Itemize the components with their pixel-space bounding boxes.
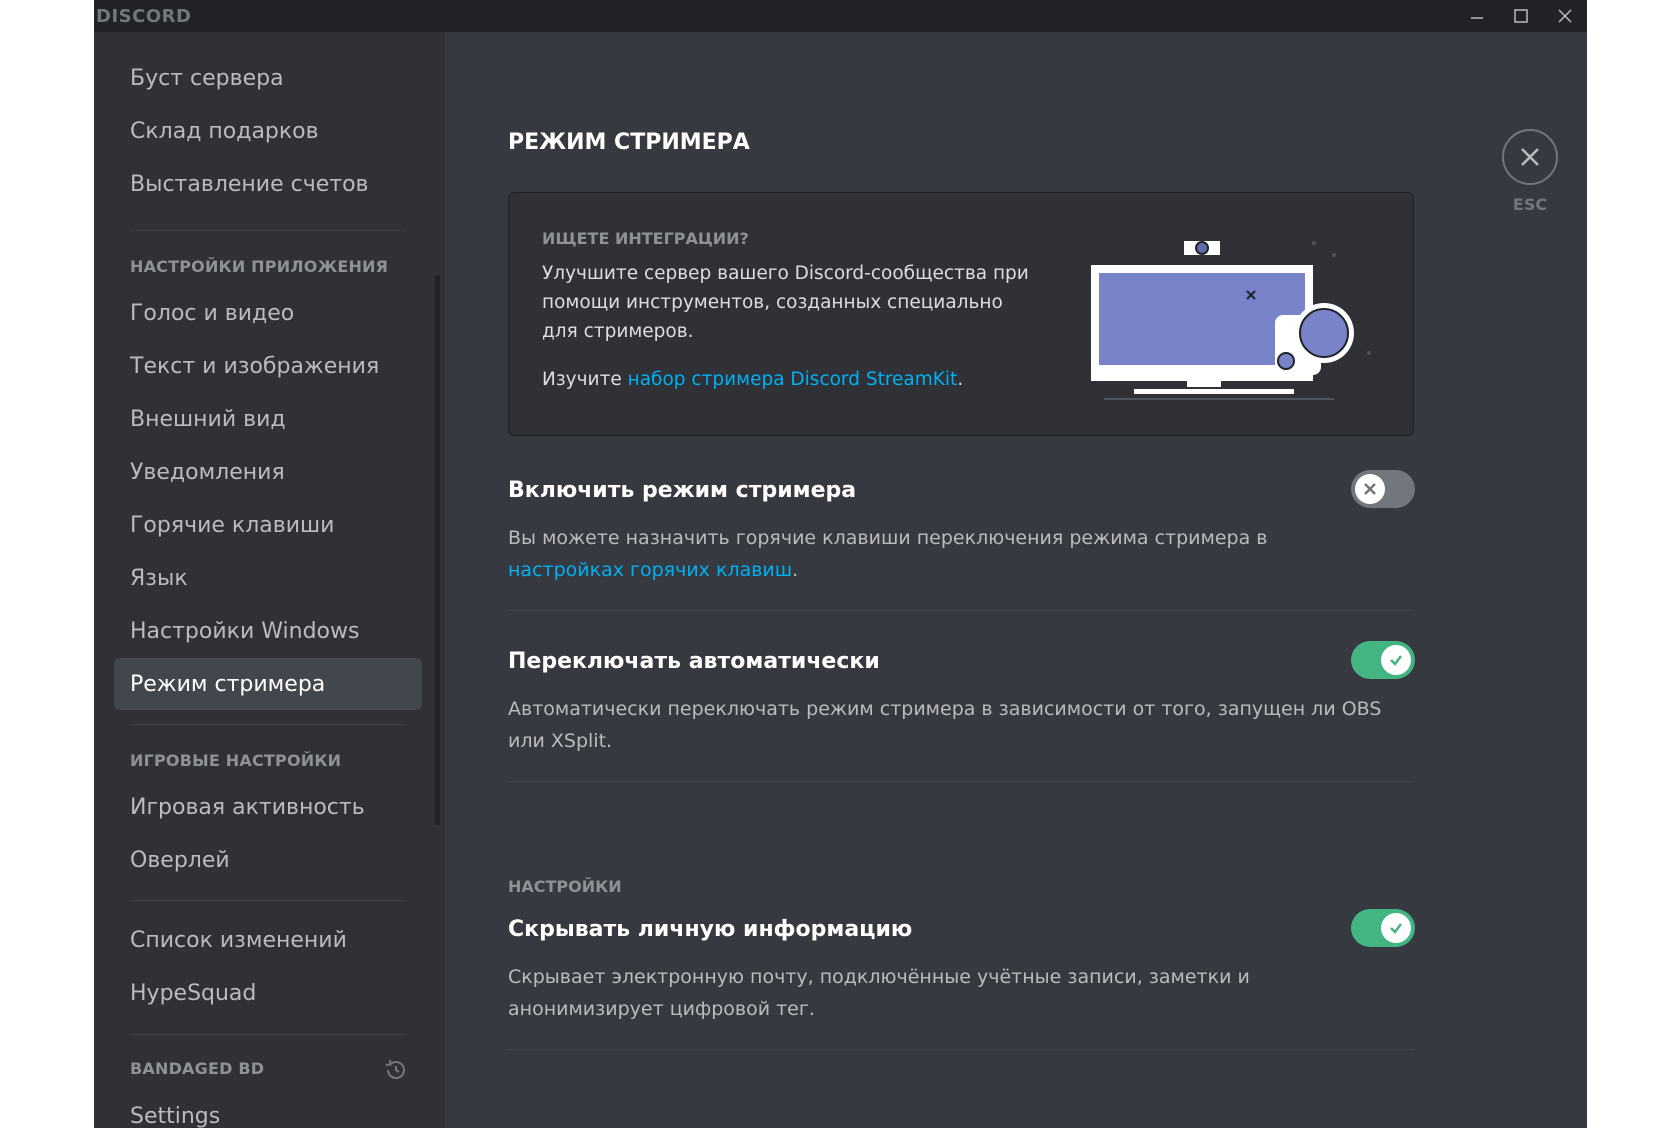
toggle-enable-streamer-mode[interactable] xyxy=(1351,470,1415,508)
sidebar-header-plugin: BANDAGED BD xyxy=(130,1059,265,1078)
streamer-monitor-illustration xyxy=(1091,241,1371,400)
checkmark-icon xyxy=(1390,923,1402,934)
desc-suffix: . xyxy=(792,559,799,581)
discord-window: DISCORD Буст сервера Склад подарков Выст… xyxy=(94,0,1587,1128)
sidebar-item-text-images[interactable]: Текст и изображения xyxy=(114,340,422,392)
close-settings: ESC xyxy=(1485,129,1575,214)
sidebar-divider xyxy=(130,724,406,725)
setting-desc-hide-personal-info: Скрывает электронную почту, подключённые… xyxy=(508,966,1250,1020)
maximize-icon xyxy=(1514,9,1528,23)
sidebar-item-language[interactable]: Язык xyxy=(114,552,422,604)
window-controls xyxy=(1455,0,1587,32)
sidebar-item-label: Настройки Windows xyxy=(130,618,360,644)
settings-sidebar: Буст сервера Склад подарков Выставление … xyxy=(94,32,445,1128)
streamkit-link[interactable]: набор стримера Discord StreamKit xyxy=(628,369,958,390)
sidebar-item-label: Оверлей xyxy=(130,847,230,873)
window-close-button[interactable] xyxy=(1543,0,1587,32)
esc-label: ESC xyxy=(1512,195,1548,214)
keybinds-settings-link[interactable]: настройках горячих клавиш xyxy=(508,559,792,581)
desc-text: Вы можете назначить горячие клавиши пере… xyxy=(508,527,1268,549)
toggle-hide-personal-info[interactable] xyxy=(1351,909,1415,947)
close-settings-button[interactable] xyxy=(1502,129,1558,185)
sidebar-item-gift-inventory[interactable]: Склад подарков xyxy=(114,105,422,157)
sidebar-header-app-settings: НАСТРОЙКИ ПРИЛОЖЕНИЯ xyxy=(130,257,389,276)
section-divider xyxy=(508,610,1414,611)
sidebar-item-voice-video[interactable]: Голос и видео xyxy=(114,287,422,339)
sidebar-item-label: Голос и видео xyxy=(130,300,295,326)
x-icon xyxy=(1364,483,1376,495)
sidebar-item-label: Буст сервера xyxy=(130,65,284,91)
section-divider xyxy=(508,1049,1414,1050)
sidebar-item-plugin-settings[interactable]: Settings xyxy=(114,1090,422,1128)
sidebar-item-billing[interactable]: Выставление счетов xyxy=(114,158,422,210)
app-brand: DISCORD xyxy=(96,5,192,27)
sidebar-item-game-activity[interactable]: Игровая активность xyxy=(114,781,422,833)
minimize-icon xyxy=(1471,17,1483,19)
banner-link-suffix: . xyxy=(957,369,964,390)
sidebar-item-label: Settings xyxy=(130,1103,221,1128)
sidebar-item-keybinds[interactable]: Горячие клавиши xyxy=(114,499,422,551)
sidebar-item-label: HypeSquad xyxy=(130,980,257,1006)
sidebar-item-label: Список изменений xyxy=(130,927,347,953)
sidebar-item-windows-settings[interactable]: Настройки Windows xyxy=(114,605,422,657)
toggle-auto-toggle[interactable] xyxy=(1351,641,1415,679)
sidebar-item-label: Уведомления xyxy=(130,459,285,485)
sidebar-item-label: Текст и изображения xyxy=(130,353,380,379)
sidebar-item-streamer-mode[interactable]: Режим стримера xyxy=(114,658,422,710)
sidebar-item-label: Внешний вид xyxy=(130,406,286,432)
close-icon xyxy=(1558,9,1572,23)
sidebar-item-label: Режим стримера xyxy=(130,671,326,697)
title-bar: DISCORD xyxy=(94,0,1587,32)
setting-title-enable-streamer-mode: Включить режим стримера xyxy=(508,478,857,503)
sidebar-item-hypesquad[interactable]: HypeSquad xyxy=(114,967,422,1019)
setting-desc-enable-streamer-mode: Вы можете назначить горячие клавиши пере… xyxy=(508,522,1388,586)
section-divider xyxy=(508,781,1414,782)
sidebar-item-server-boost[interactable]: Буст сервера xyxy=(114,52,422,104)
page-title: РЕЖИМ СТРИМЕРА xyxy=(508,130,750,155)
sidebar-item-notifications[interactable]: Уведомления xyxy=(114,446,422,498)
streamkit-banner: ИЩЕТЕ ИНТЕГРАЦИИ? Улучшите сервер вашего… xyxy=(508,192,1414,436)
sidebar-header-game-settings: ИГРОВЫЕ НАСТРОЙКИ xyxy=(130,751,342,770)
banner-eyebrow: ИЩЕТЕ ИНТЕГРАЦИИ? xyxy=(542,229,749,248)
history-icon[interactable] xyxy=(384,1058,408,1082)
toggle-knob xyxy=(1381,645,1411,675)
sidebar-item-overlay[interactable]: Оверлей xyxy=(114,834,422,886)
setting-title-auto-toggle: Переключать автоматически xyxy=(508,649,880,674)
sidebar-item-label: Игровая активность xyxy=(130,794,365,820)
sidebar-divider xyxy=(130,230,406,231)
sidebar-divider xyxy=(130,1034,406,1035)
sidebar-item-appearance[interactable]: Внешний вид xyxy=(114,393,422,445)
sidebar-item-label: Язык xyxy=(130,565,188,591)
checkmark-icon xyxy=(1390,655,1402,666)
sidebar-divider xyxy=(130,900,406,901)
sidebar-item-change-log[interactable]: Список изменений xyxy=(114,914,422,966)
sidebar-item-label: Выставление счетов xyxy=(130,171,369,197)
toggle-knob xyxy=(1355,474,1385,504)
settings-content: РЕЖИМ СТРИМЕРА ESC ИЩЕТЕ ИНТЕГРАЦИИ? Улу… xyxy=(445,32,1587,1128)
maximize-button[interactable] xyxy=(1499,0,1543,32)
banner-link-prefix: Изучите xyxy=(542,369,628,390)
banner-text: Улучшите сервер вашего Discord-сообществ… xyxy=(542,263,1029,342)
sidebar-item-label: Склад подарков xyxy=(130,118,319,144)
banner-link-line: Изучите набор стримера Discord StreamKit… xyxy=(542,369,963,390)
setting-title-hide-personal-info: Скрывать личную информацию xyxy=(508,917,913,942)
sidebar-scrollbar[interactable] xyxy=(435,275,440,825)
minimize-button[interactable] xyxy=(1455,0,1499,32)
toggle-knob xyxy=(1381,913,1411,943)
close-icon xyxy=(1521,148,1539,166)
sidebar-item-label: Горячие клавиши xyxy=(130,512,335,538)
options-section-header: НАСТРОЙКИ xyxy=(508,877,622,896)
setting-desc-auto-toggle: Автоматически переключать режим стримера… xyxy=(508,698,1382,752)
